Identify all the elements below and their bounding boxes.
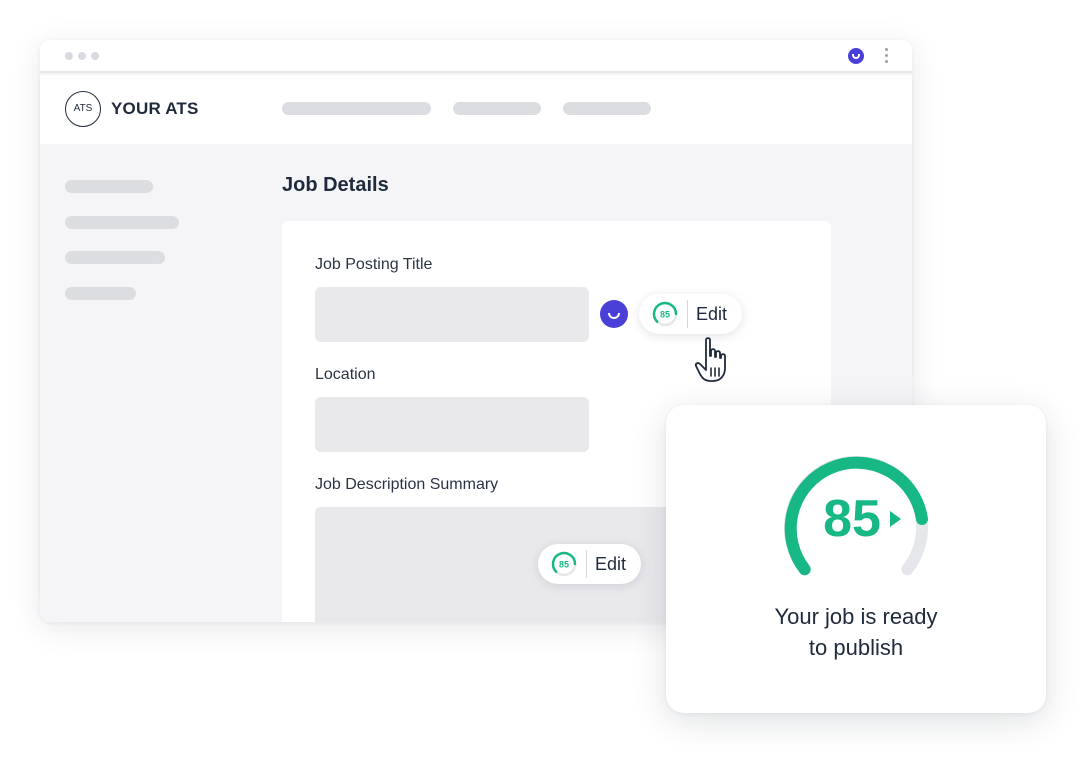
nav-item-placeholder[interactable] xyxy=(282,102,431,115)
field-label-location: Location xyxy=(315,366,376,383)
edit-chip-summary[interactable]: 85 Edit xyxy=(538,544,641,584)
score-value: 85 xyxy=(823,490,881,548)
window-dot-icon xyxy=(65,52,73,60)
edit-label: Edit xyxy=(595,554,627,574)
field-label-summary: Job Description Summary xyxy=(315,476,499,493)
nav-item-placeholder[interactable] xyxy=(453,102,541,115)
score-gauge-icon: 85 xyxy=(551,551,577,577)
publish-message-line2: to publish xyxy=(808,635,904,660)
app-name: YOUR ATS xyxy=(111,99,199,118)
nav-item-placeholder[interactable] xyxy=(563,102,651,115)
sidebar-item-placeholder[interactable] xyxy=(65,251,165,264)
score-gauge-icon: 85 xyxy=(652,301,678,327)
mini-score: 85 xyxy=(660,310,670,320)
edit-label: Edit xyxy=(696,304,728,324)
window-dot-icon xyxy=(78,52,86,60)
score-gauge-icon: 85 xyxy=(784,455,928,576)
score-card: 85 Your job is ready to publish xyxy=(666,405,1046,713)
user-avatar-icon[interactable] xyxy=(848,48,864,64)
chip-divider xyxy=(586,550,587,578)
window-dot-icon xyxy=(91,52,99,60)
app-header: ATS YOUR ATS xyxy=(40,75,912,144)
chip-divider xyxy=(687,300,688,328)
kebab-menu-icon[interactable] xyxy=(884,48,888,64)
sidebar-item-placeholder[interactable] xyxy=(65,287,136,300)
job-title-input[interactable] xyxy=(315,287,589,342)
browser-titlebar xyxy=(40,40,912,73)
field-label-title: Job Posting Title xyxy=(315,256,433,273)
edit-chip-title[interactable]: 85 Edit xyxy=(639,294,742,334)
publish-message-line1: Your job is ready xyxy=(774,604,938,629)
mini-score: 85 xyxy=(559,560,569,570)
page-title: Job Details xyxy=(282,174,389,196)
location-input[interactable] xyxy=(315,397,589,452)
sidebar-item-placeholder[interactable] xyxy=(65,180,153,193)
logo-mark: ATS xyxy=(65,91,101,127)
assistant-avatar-icon[interactable] xyxy=(600,300,628,328)
sidebar-item-placeholder[interactable] xyxy=(65,216,179,229)
cursor-hand-icon xyxy=(694,337,726,382)
